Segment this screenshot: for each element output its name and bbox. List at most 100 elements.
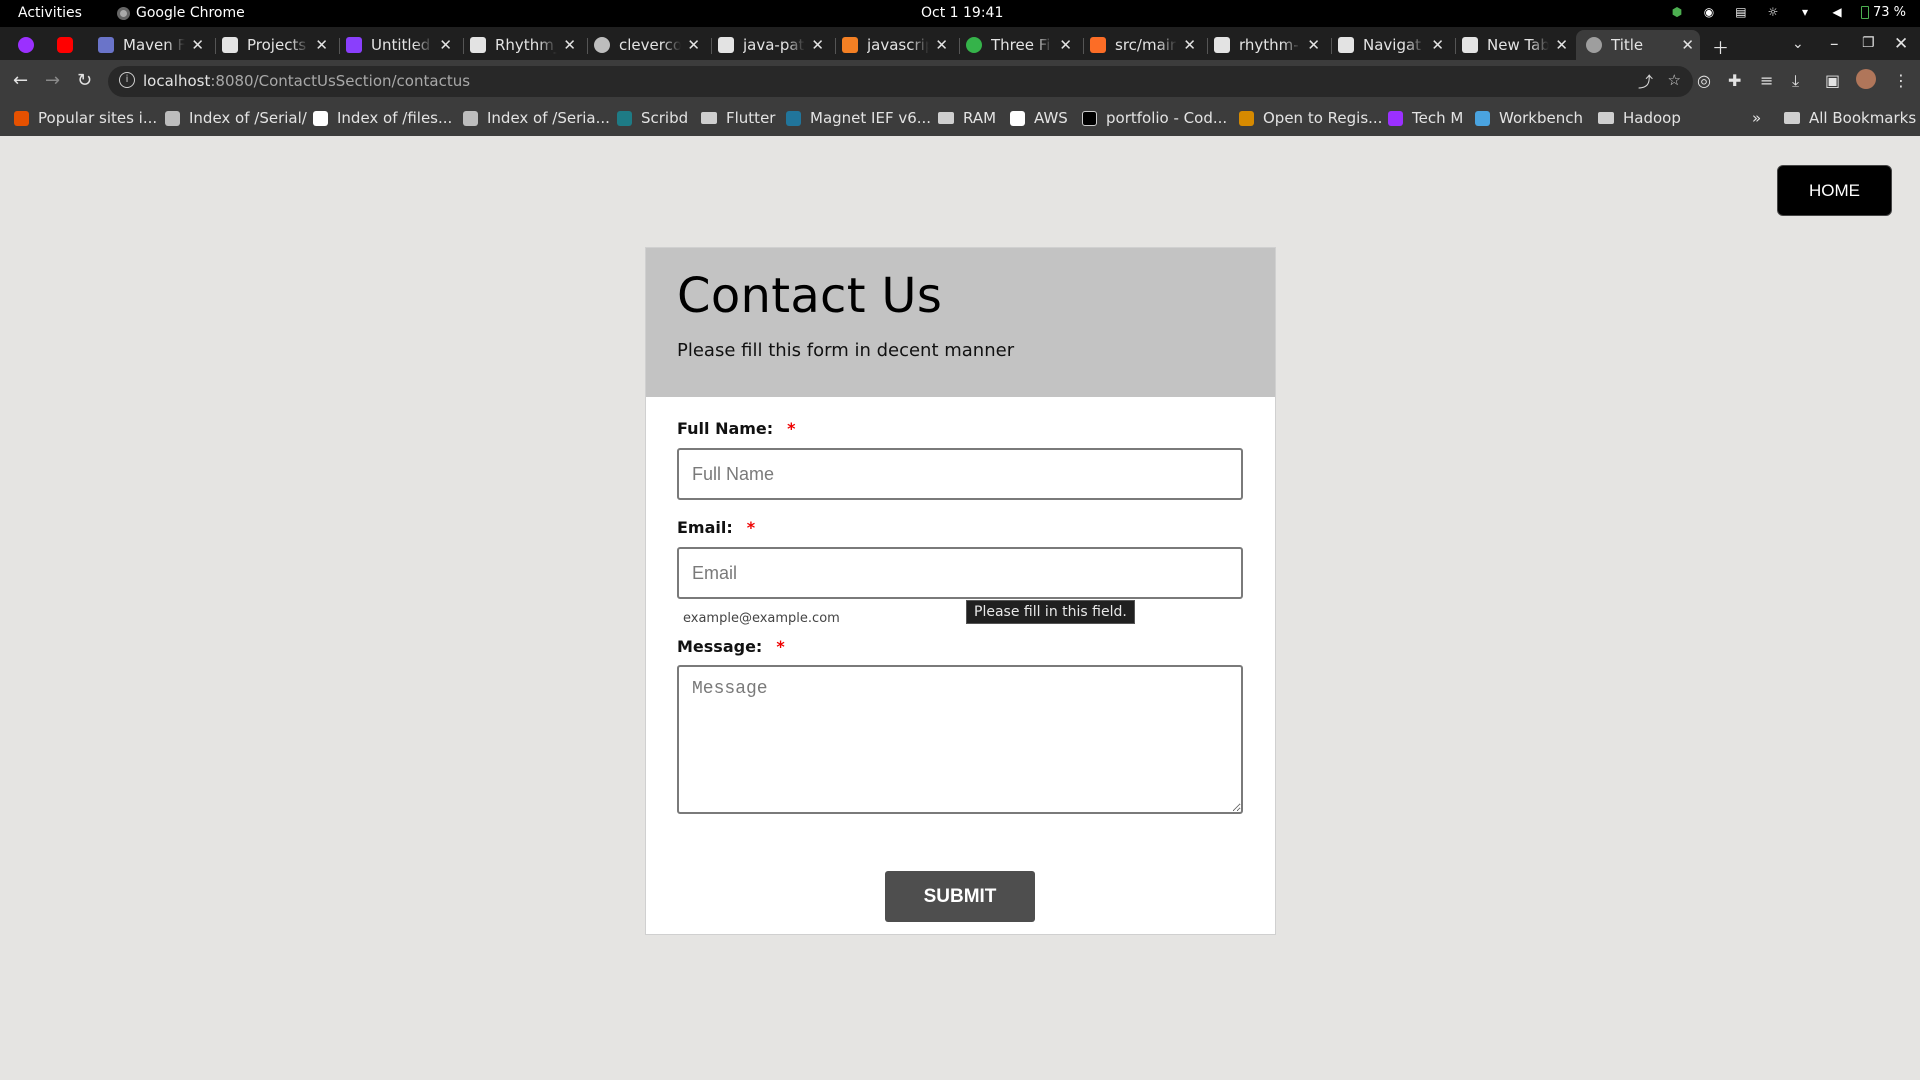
bookmark-item[interactable]: Workbench [1475,109,1583,127]
profile-avatar[interactable] [1856,69,1876,89]
back-button[interactable]: ← [13,70,28,91]
reload-button[interactable]: ↻ [77,70,92,91]
tab-pinned-1[interactable] [18,30,38,60]
site-info-icon[interactable]: i [119,72,135,88]
bookmark-favicon-icon [313,110,328,126]
bookmark-item[interactable]: Magnet IEF v6... [786,109,931,127]
side-panel-icon[interactable]: ▣ [1825,71,1840,90]
battery-percent: 73 % [1872,4,1906,20]
tab-close-icon[interactable]: ✕ [1059,36,1072,54]
browser-tab[interactable]: Three Fi ✕ [966,30,1078,60]
bookmark-item[interactable]: Index of /files... [313,109,452,127]
bookmarks-bar: Popular sites i... Index of /Serial/Index… [0,103,1920,136]
bookmark-favicon-icon [617,110,632,126]
tab-close-icon[interactable]: ✕ [687,36,700,54]
bookmark-favicon-icon [463,110,478,126]
tab-close-icon[interactable]: ✕ [191,36,204,54]
bookmark-item[interactable]: Flutter [701,109,775,127]
tab-close-icon[interactable]: ✕ [315,36,328,54]
bookmark-label: RAM [963,109,997,127]
tab-close-icon[interactable]: ✕ [811,36,824,54]
minimize-button[interactable]: – [1830,34,1839,54]
bookmark-label: Workbench [1499,109,1583,127]
bookmark-item[interactable]: Open to Regis... [1239,109,1382,127]
bookmark-item[interactable]: Tech M [1388,109,1463,127]
extension-icon[interactable]: ◎ [1697,71,1711,90]
browser-tab[interactable]: java-pat ✕ [718,30,830,60]
bookmark-item[interactable]: RAM [938,109,996,127]
browser-tab[interactable]: Title ✕ [1576,30,1700,60]
clock[interactable]: Oct 1 19:41 [921,5,1003,21]
bookmark-favicon-icon [786,110,801,126]
tab-separator [587,38,588,54]
message-textarea[interactable] [677,665,1243,814]
bookmark-item[interactable]: Index of /Serial/ [165,109,307,127]
forward-button[interactable]: → [45,70,60,91]
browser-tab[interactable]: Projects ✕ [222,30,334,60]
tab-search-icon[interactable]: ⌄ [1792,36,1804,52]
tab-close-icon[interactable]: ✕ [1183,36,1196,54]
page-title: Contact Us [677,268,943,324]
browser-tab[interactable]: javascrip ✕ [842,30,954,60]
tab-close-icon[interactable]: ✕ [439,36,452,54]
contact-form-card: Contact Us Please fill this form in dece… [645,247,1276,935]
downloads-icon[interactable]: ⤓ [1792,71,1799,91]
tab-pinned-2[interactable] [57,30,77,60]
form-header: Contact Us Please fill this form in dece… [646,248,1275,397]
tab-favicon-icon [222,37,238,53]
browser-tab[interactable]: Maven F ✕ [98,30,210,60]
bookmarks-overflow-button[interactable]: » [1752,109,1761,127]
browser-tab[interactable]: Rhythm_ ✕ [470,30,582,60]
app-menu[interactable]: Google Chrome [117,5,245,21]
page-content: HOME Contact Us Please fill this form in… [0,136,1920,1080]
restore-button[interactable]: ❐ [1862,35,1875,51]
share-icon[interactable]: ⤴ [1638,71,1653,92]
email-input[interactable] [677,547,1243,599]
tab-close-icon[interactable]: ✕ [1681,36,1694,54]
puzzle-extensions-icon[interactable]: ✚ [1728,71,1741,90]
submit-button[interactable]: SUBMIT [885,871,1035,922]
bookmark-item[interactable]: AWS [1010,109,1068,127]
browser-tab[interactable]: Navigat ✕ [1338,30,1450,60]
tab-favicon-icon [346,37,362,53]
all-bookmarks-button[interactable]: All Bookmarks [1784,109,1916,127]
bookmark-item[interactable]: Index of /Seria... [463,109,610,127]
tab-separator [339,38,340,54]
menu-kebab-icon[interactable]: ⋮ [1893,71,1909,90]
url-path: :8080/ContactUsSection/contactus [210,72,471,90]
bookmark-item[interactable]: portfolio - Cod... [1082,109,1227,127]
bookmark-label: Magnet IEF v6... [810,109,932,127]
home-button[interactable]: HOME [1777,165,1892,216]
tab-close-icon[interactable]: ✕ [1307,36,1320,54]
bookmark-label: Popular sites i... [38,109,158,127]
close-window-button[interactable]: ✕ [1894,34,1908,54]
browser-tab[interactable]: New Tab ✕ [1462,30,1574,60]
bookmark-item[interactable]: Popular sites i... [14,109,157,127]
bookmark-favicon-icon [1010,110,1025,126]
full-name-input[interactable] [677,448,1243,500]
message-label: Message: * [677,637,785,656]
new-tab-button[interactable]: ＋ [1712,34,1729,59]
tab-close-icon[interactable]: ✕ [1431,36,1444,54]
tab-close-icon[interactable]: ✕ [1555,36,1568,54]
system-tray[interactable]: ⬢ ◉ ▤ ☼ ▾ ◀ 73 % [1669,4,1906,20]
browser-tab[interactable]: src/mair ✕ [1090,30,1202,60]
bookmark-label: Flutter [726,109,776,127]
address-url[interactable]: localhost:8080/ContactUsSection/contactu… [143,72,470,90]
tab-favicon-icon [966,37,982,53]
tab-title: Three Fi [991,36,1051,54]
browser-tab[interactable]: cleverco ✕ [594,30,706,60]
tab-close-icon[interactable]: ✕ [935,36,948,54]
bookmark-item[interactable]: Hadoop [1598,109,1681,127]
required-marker: * [776,637,785,656]
tab-separator [959,38,960,54]
browser-tab[interactable]: Untitled ✕ [346,30,458,60]
address-bar[interactable]: i localhost:8080/ContactUsSection/contac… [108,66,1693,97]
tab-close-icon[interactable]: ✕ [563,36,576,54]
bookmark-star-icon[interactable]: ☆ [1668,71,1681,89]
media-queue-icon[interactable]: ≡ [1760,71,1773,90]
activities-button[interactable]: Activities [18,5,82,21]
bookmark-item[interactable]: Scribd [617,109,688,127]
tab-title: Rhythm_ [495,36,557,54]
browser-tab[interactable]: rhythm- ✕ [1214,30,1326,60]
